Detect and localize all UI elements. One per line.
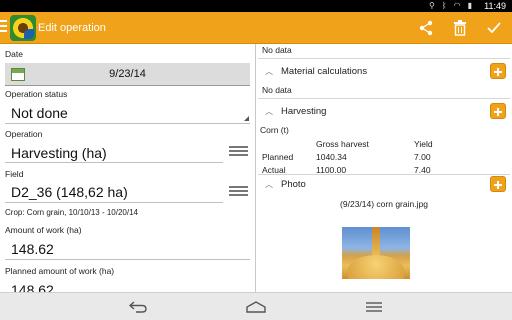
share-button[interactable] — [416, 18, 436, 38]
app-logo[interactable] — [10, 15, 36, 41]
navigation-bar — [0, 292, 512, 320]
status-bar: ⚲ ᛒ ◠ ▮ 11:49 — [0, 0, 512, 12]
work-amount-input[interactable]: 148.62 — [11, 241, 54, 257]
harvesting-header[interactable]: ︿ Harvesting — [256, 99, 512, 123]
field-label: Field — [5, 169, 24, 179]
date-label: Date — [5, 49, 23, 59]
status-icons: ⚲ ᛒ ◠ ▮ — [429, 1, 472, 10]
chevron-up-icon: ︿ — [265, 67, 273, 76]
planned-work-label: Planned amount of work (ha) — [5, 266, 115, 276]
table-row: Planned 1040.34 7.00 — [262, 152, 498, 163]
work-amount-label: Amount of work (ha) — [5, 225, 82, 235]
status-spinner[interactable]: Not done — [11, 105, 68, 121]
drawer-menu-icon[interactable] — [0, 20, 8, 34]
chevron-up-icon: ︿ — [265, 180, 273, 189]
work-amount-underline — [5, 259, 250, 260]
spinner-arrow-icon — [244, 116, 249, 121]
column-header: Yield — [414, 139, 433, 149]
operation-underline — [5, 162, 223, 163]
back-button[interactable] — [123, 297, 153, 317]
photo-title: Photo — [281, 179, 306, 190]
add-material-button[interactable] — [490, 63, 506, 79]
battery-icon: ▮ — [467, 1, 472, 10]
cell: 1040.34 — [316, 152, 347, 162]
material-calculations-title: Material calculations — [281, 66, 368, 77]
no-data-text: No data — [262, 45, 292, 55]
check-icon — [487, 22, 501, 34]
harvesting-title: Harvesting — [281, 106, 327, 117]
harvest-crop: Corn (t) — [260, 125, 289, 135]
home-button[interactable] — [241, 297, 271, 317]
photo-caption: (9/23/14) corn grain.jpg — [340, 199, 428, 209]
details-pane: No data ︿ Material calculations No data … — [256, 44, 512, 292]
add-harvest-button[interactable] — [490, 103, 506, 119]
back-icon — [128, 301, 147, 313]
status-underline — [5, 123, 250, 124]
crop-info: Crop: Corn grain, 10/10/13 - 10/20/14 — [5, 208, 138, 217]
chevron-up-icon: ︿ — [265, 107, 273, 116]
add-photo-button[interactable] — [490, 176, 506, 192]
row-label: Planned — [262, 152, 294, 162]
action-bar: Edit operation — [0, 12, 512, 44]
field-field[interactable]: D2_36 (148,62 ha) — [11, 184, 128, 200]
menu-icon — [366, 302, 382, 312]
operation-form: Date 9/23/14 Operation status Not done O… — [0, 44, 255, 292]
cell: 7.00 — [414, 152, 431, 162]
confirm-button[interactable] — [484, 18, 504, 38]
material-calculations-header[interactable]: ︿ Material calculations — [256, 59, 512, 83]
material-no-data: No data — [262, 85, 292, 95]
date-picker-field[interactable]: 9/23/14 — [5, 63, 250, 86]
menu-button[interactable] — [359, 297, 389, 317]
photo-thumbnail[interactable] — [342, 227, 410, 279]
field-underline — [5, 202, 223, 203]
photo-header[interactable]: ︿ Photo — [256, 172, 512, 196]
share-icon — [419, 20, 433, 36]
operation-list-button[interactable] — [229, 146, 248, 158]
bluetooth-icon: ᛒ — [441, 1, 447, 10]
status-label: Operation status — [5, 89, 68, 99]
trash-icon — [454, 20, 466, 36]
location-icon: ⚲ — [428, 1, 435, 10]
wifi-icon: ◠ — [453, 1, 461, 10]
operation-field[interactable]: Harvesting (ha) — [11, 145, 107, 161]
column-header — [262, 139, 314, 150]
home-icon — [246, 301, 266, 313]
date-value: 9/23/14 — [109, 68, 146, 80]
page-title: Edit operation — [38, 22, 106, 34]
clock: 11:49 — [484, 1, 506, 11]
delete-button[interactable] — [450, 18, 470, 38]
column-header: Gross harvest — [316, 139, 369, 149]
operation-label: Operation — [5, 129, 43, 139]
planned-work-input[interactable]: 148.62 — [11, 282, 54, 292]
field-list-button[interactable] — [229, 186, 248, 198]
table-header-row: Gross harvest Yield — [262, 139, 498, 150]
